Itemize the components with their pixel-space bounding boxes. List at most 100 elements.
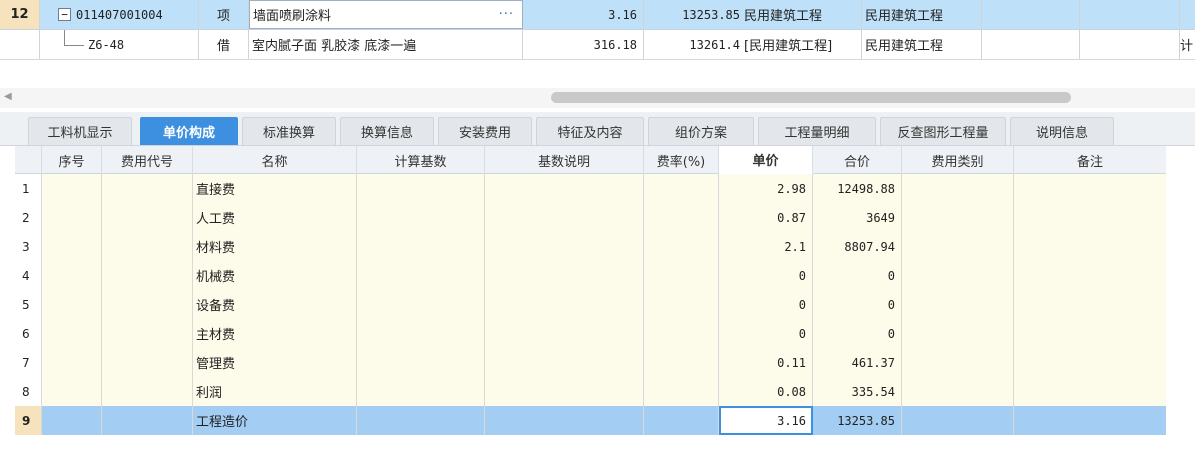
calc-base-cell[interactable]	[357, 319, 485, 348]
grid-row[interactable]: 6 主材费 0 0	[15, 319, 1166, 348]
fee-code-cell[interactable]	[102, 174, 193, 203]
base-desc-cell[interactable]	[485, 174, 644, 203]
fee-code-cell[interactable]	[102, 290, 193, 319]
more-button[interactable]: ···	[499, 7, 522, 22]
header-fee-code[interactable]: 费用代号	[102, 146, 193, 174]
seq-cell[interactable]	[42, 290, 102, 319]
header-calc-base[interactable]: 计算基数	[357, 146, 485, 174]
name-cell[interactable]: 主材费	[193, 319, 357, 348]
remark-cell[interactable]	[1014, 319, 1166, 348]
calc-base-cell[interactable]	[357, 406, 485, 435]
base-desc-cell[interactable]	[485, 319, 644, 348]
tab-features[interactable]: 特征及内容	[536, 117, 644, 145]
total-cell[interactable]: 8807.94	[813, 232, 902, 261]
name-cell[interactable]: 人工费	[193, 203, 357, 232]
tab-quantity-detail[interactable]: 工程量明细	[758, 117, 876, 145]
name-cell[interactable]: 直接费	[193, 174, 357, 203]
remark-cell[interactable]	[1014, 174, 1166, 203]
header-unit-price[interactable]: 单价	[719, 146, 813, 174]
name-cell[interactable]: 利润	[193, 377, 357, 406]
grid-row[interactable]: 2 人工费 0.87 3649	[15, 203, 1166, 232]
remark-cell[interactable]	[1014, 232, 1166, 261]
rate-cell[interactable]	[644, 261, 719, 290]
rate-cell[interactable]	[644, 174, 719, 203]
total-cell[interactable]: 461.37	[813, 348, 902, 377]
fee-code-cell[interactable]	[102, 203, 193, 232]
rate-cell[interactable]	[644, 232, 719, 261]
total-cell[interactable]: 13253.85	[813, 406, 902, 435]
total-cell[interactable]: 3649	[813, 203, 902, 232]
unit-price-cell[interactable]: 0	[719, 319, 813, 348]
name-cell[interactable]: 工程造价	[193, 406, 357, 435]
horizontal-scrollbar[interactable]: ◀	[0, 88, 1195, 108]
grid-row[interactable]: 1 直接费 2.98 12498.88	[15, 174, 1166, 203]
remark-cell[interactable]	[1014, 406, 1166, 435]
seq-cell[interactable]	[42, 174, 102, 203]
grid-row[interactable]: 4 机械费 0 0	[15, 261, 1166, 290]
unit-price-cell-selected[interactable]: 3.16	[719, 406, 813, 435]
collapse-icon[interactable]: −	[58, 8, 71, 21]
fee-code-cell[interactable]	[102, 261, 193, 290]
fee-category-cell[interactable]	[902, 203, 1014, 232]
seq-cell[interactable]	[42, 406, 102, 435]
calc-base-cell[interactable]	[357, 232, 485, 261]
scroll-left-icon[interactable]: ◀	[4, 91, 12, 102]
name-cell[interactable]: 机械费	[193, 261, 357, 290]
sub-item-code-cell[interactable]: Z6-48	[40, 30, 199, 59]
seq-cell[interactable]	[42, 348, 102, 377]
remark-cell[interactable]	[1014, 261, 1166, 290]
unit-price-cell[interactable]: 2.98	[719, 174, 813, 203]
fee-code-cell[interactable]	[102, 348, 193, 377]
name-cell[interactable]: 管理费	[193, 348, 357, 377]
rate-cell[interactable]	[644, 203, 719, 232]
item-row[interactable]: Z6-48 借 室内腻子面 乳胶漆 底漆一遍 316.18 13261.4 [民…	[0, 30, 1195, 60]
fee-code-cell[interactable]	[102, 406, 193, 435]
base-desc-cell[interactable]	[485, 406, 644, 435]
base-desc-cell[interactable]	[485, 203, 644, 232]
calc-base-cell[interactable]	[357, 348, 485, 377]
remark-cell[interactable]	[1014, 203, 1166, 232]
tab-notes[interactable]: 说明信息	[1010, 117, 1114, 145]
item-name-editor[interactable]: 墙面喷刷涂料 ···	[249, 0, 523, 29]
fee-category-cell[interactable]	[902, 319, 1014, 348]
unit-price-cell[interactable]: 0	[719, 261, 813, 290]
header-base-desc[interactable]: 基数说明	[485, 146, 644, 174]
unit-price-cell[interactable]: 0.08	[719, 377, 813, 406]
base-desc-cell[interactable]	[485, 232, 644, 261]
seq-cell[interactable]	[42, 232, 102, 261]
header-rate[interactable]: 费率(%)	[644, 146, 719, 174]
unit-price-cell[interactable]: 0.11	[719, 348, 813, 377]
calc-base-cell[interactable]	[357, 203, 485, 232]
seq-cell[interactable]	[42, 319, 102, 348]
fee-category-cell[interactable]	[902, 232, 1014, 261]
fee-category-cell[interactable]	[902, 174, 1014, 203]
fee-category-cell[interactable]	[902, 377, 1014, 406]
fee-category-cell[interactable]	[902, 348, 1014, 377]
item-code-cell[interactable]: − 011407001004	[40, 0, 199, 29]
rate-cell[interactable]	[644, 348, 719, 377]
grid-row-total[interactable]: 9 工程造价 3.16 13253.85	[15, 406, 1166, 435]
rate-cell[interactable]	[644, 406, 719, 435]
total-cell[interactable]: 0	[813, 290, 902, 319]
calc-base-cell[interactable]	[357, 290, 485, 319]
name-cell[interactable]: 材料费	[193, 232, 357, 261]
tab-install-fee[interactable]: 安装费用	[438, 117, 532, 145]
fee-category-cell[interactable]	[902, 261, 1014, 290]
header-name[interactable]: 名称	[193, 146, 357, 174]
unit-price-cell[interactable]: 2.1	[719, 232, 813, 261]
base-desc-cell[interactable]	[485, 377, 644, 406]
name-cell[interactable]: 设备费	[193, 290, 357, 319]
grid-row[interactable]: 5 设备费 0 0	[15, 290, 1166, 319]
base-desc-cell[interactable]	[485, 290, 644, 319]
fee-category-cell[interactable]	[902, 406, 1014, 435]
grid-row[interactable]: 3 材料费 2.1 8807.94	[15, 232, 1166, 261]
seq-cell[interactable]	[42, 377, 102, 406]
seq-cell[interactable]	[42, 261, 102, 290]
total-cell[interactable]: 12498.88	[813, 174, 902, 203]
unit-price-cell[interactable]: 0.87	[719, 203, 813, 232]
tab-standard-conversion[interactable]: 标准换算	[242, 117, 336, 145]
scrollbar-thumb[interactable]	[551, 92, 1071, 103]
calc-base-cell[interactable]	[357, 261, 485, 290]
base-desc-cell[interactable]	[485, 348, 644, 377]
fee-category-cell[interactable]	[902, 290, 1014, 319]
